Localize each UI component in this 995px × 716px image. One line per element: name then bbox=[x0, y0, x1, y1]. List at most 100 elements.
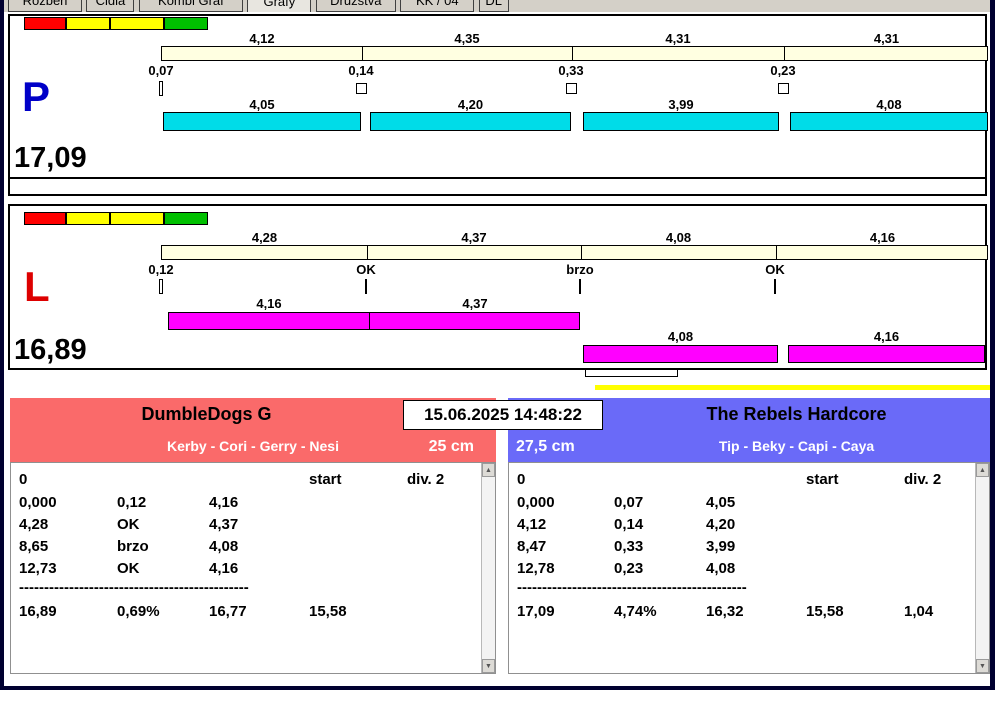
tick-line-marker bbox=[365, 279, 367, 294]
team-right-subheader: 27,5 cm Tip - Beky - Capi - Caya bbox=[508, 431, 990, 462]
cell: 16,32 bbox=[706, 603, 744, 620]
scroll-up-icon[interactable]: ▲ bbox=[482, 463, 495, 477]
cell: 4,05 bbox=[706, 494, 736, 511]
lane-p-letter: P bbox=[22, 73, 51, 120]
cell: 4,20 bbox=[706, 516, 736, 533]
cell: 0,14 bbox=[614, 516, 644, 533]
tab-label: Rozběh bbox=[22, 0, 68, 8]
cell: 0 bbox=[19, 471, 28, 488]
cell: start bbox=[309, 471, 342, 488]
tab-label: Družstva bbox=[330, 0, 382, 8]
lane-p-underline bbox=[10, 177, 985, 179]
split-divider bbox=[572, 47, 573, 60]
cell: OK bbox=[117, 560, 140, 577]
window-border-left bbox=[0, 0, 4, 690]
team-right-scrollbar[interactable]: ▲ ▼ bbox=[975, 463, 989, 673]
team-left-scrollbar[interactable]: ▲ ▼ bbox=[481, 463, 495, 673]
run-bar bbox=[788, 345, 985, 363]
tab-kk-04[interactable]: KK / 04 bbox=[400, 0, 475, 12]
split-divider bbox=[581, 246, 582, 259]
checkbox-marker bbox=[356, 83, 367, 94]
tab-cidla[interactable]: Čidla bbox=[86, 0, 135, 12]
yellow-progress-line bbox=[595, 385, 991, 390]
tick-line-marker bbox=[774, 279, 776, 294]
cell: 12,78 bbox=[517, 560, 555, 577]
cell: 8,65 bbox=[19, 538, 49, 555]
team-right-jump-height: 27,5 cm bbox=[516, 438, 575, 455]
lane-p-total-time: 17,09 bbox=[14, 142, 87, 174]
run-bar bbox=[583, 345, 778, 363]
cell: 12,73 bbox=[19, 560, 57, 577]
split-divider bbox=[362, 47, 363, 60]
cell: 0,23 bbox=[614, 560, 644, 577]
change-value: 0,14 bbox=[348, 63, 374, 78]
run-value: 4,08 bbox=[667, 329, 694, 344]
run-value: 4,20 bbox=[457, 97, 484, 112]
tab-rozbeh[interactable]: Rozběh bbox=[8, 0, 82, 12]
tab-label: Grafy bbox=[263, 0, 296, 9]
legend-yellow-box bbox=[110, 212, 164, 225]
run-value: 4,05 bbox=[249, 97, 275, 112]
tab-druzstva[interactable]: Družstva bbox=[315, 0, 396, 12]
tab-dl[interactable]: DL bbox=[478, 0, 509, 12]
scroll-down-icon[interactable]: ▼ bbox=[482, 659, 495, 673]
lane-l-split-bar: 4,28 4,37 4,08 4,16 bbox=[161, 230, 988, 260]
split-value: 4,37 bbox=[461, 230, 487, 245]
split-value: 4,31 bbox=[665, 31, 691, 46]
tick-line-marker bbox=[579, 279, 581, 294]
window-border-right bbox=[990, 0, 995, 690]
checkbox-marker bbox=[566, 83, 577, 94]
scroll-up-icon[interactable]: ▲ bbox=[976, 463, 989, 477]
team-left-subheader: Kerby - Cori - Gerry - Nesi 25 cm bbox=[10, 431, 496, 462]
run-value: 4,16 bbox=[873, 329, 900, 344]
split-value: 4,35 bbox=[454, 31, 480, 46]
cell: div. 2 bbox=[904, 471, 942, 488]
split-value: 4,12 bbox=[249, 31, 275, 46]
cell: 0,69% bbox=[117, 603, 160, 620]
tab-kombi-graf[interactable]: Kombi Graf bbox=[138, 0, 243, 12]
change-value: 0,33 bbox=[558, 63, 584, 78]
lane-l-letter: L bbox=[24, 263, 50, 310]
cell: 1,04 bbox=[904, 603, 934, 620]
cell: 16,77 bbox=[209, 603, 247, 620]
tab-label: Kombi Graf bbox=[158, 0, 224, 8]
cell: 4,16 bbox=[209, 560, 239, 577]
checkbox-marker bbox=[778, 83, 789, 94]
legend-red-box bbox=[24, 17, 66, 30]
tab-bar: Rozběh Čidla Kombi Graf Grafy Družstva K… bbox=[4, 0, 990, 12]
run-value: 4,37 bbox=[462, 296, 488, 311]
split-value: 4,28 bbox=[251, 230, 278, 245]
cell: 0,07 bbox=[614, 494, 644, 511]
change-value: OK bbox=[765, 262, 785, 277]
split-value: 4,16 bbox=[869, 230, 896, 245]
cell: 0,33 bbox=[614, 538, 644, 555]
cell: OK bbox=[117, 516, 140, 533]
tab-label: KK / 04 bbox=[415, 0, 459, 8]
cell: 4,08 bbox=[209, 538, 239, 555]
team-right-panel: The Rebels Hardcore 27,5 cm Tip - Beky -… bbox=[508, 398, 990, 674]
team-left-jump-height: 25 cm bbox=[428, 438, 474, 455]
legend-green-box bbox=[164, 17, 208, 30]
cell: 0,000 bbox=[19, 494, 57, 511]
team-right-lineup: Tip - Beky - Capi - Caya bbox=[718, 438, 875, 454]
split-value: 4,31 bbox=[873, 31, 900, 46]
table-separator: ----------------------------------------… bbox=[19, 579, 249, 596]
lane-l-panel: 4,28 4,37 4,08 4,16 0,12 OK brzo OK 4,16… bbox=[8, 204, 988, 370]
tab-label: DL bbox=[485, 0, 503, 8]
lane-l-total-time: 16,89 bbox=[14, 334, 87, 366]
split-divider bbox=[784, 47, 785, 60]
cell: 0 bbox=[517, 471, 526, 488]
change-value: 0,07 bbox=[148, 63, 174, 78]
tab-grafy[interactable]: Grafy bbox=[247, 0, 312, 12]
scroll-down-icon[interactable]: ▼ bbox=[976, 659, 989, 673]
run-bar bbox=[583, 112, 779, 131]
cell: 4,16 bbox=[209, 494, 239, 511]
legend-yellow-box bbox=[66, 17, 110, 30]
cell: 4,28 bbox=[19, 516, 49, 533]
run-value: 4,08 bbox=[876, 97, 902, 112]
app-window: Rozběh Čidla Kombi Graf Grafy Družstva K… bbox=[0, 0, 995, 716]
cell: start bbox=[806, 471, 839, 488]
team-right-name: The Rebels Hardcore bbox=[706, 404, 887, 424]
team-left-lineup: Kerby - Cori - Gerry - Nesi bbox=[167, 438, 339, 454]
window-border-bottom bbox=[0, 686, 995, 690]
